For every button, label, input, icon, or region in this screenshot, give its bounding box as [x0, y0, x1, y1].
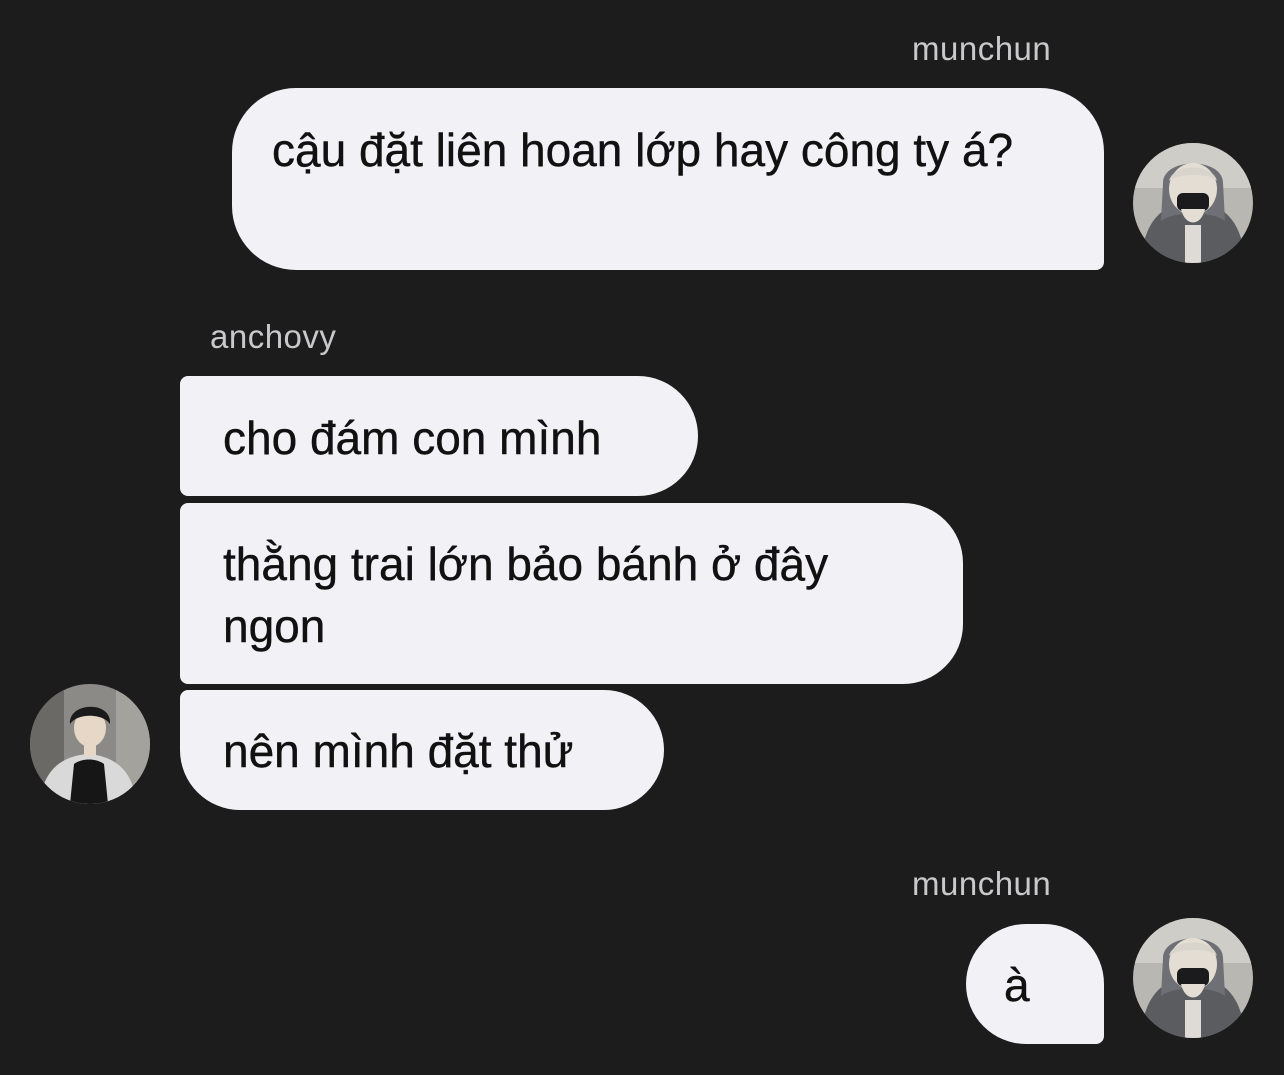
message-bubble[interactable]: cho đám con mình [180, 376, 698, 496]
user-avatar-anchovy-icon[interactable] [30, 684, 150, 804]
user-avatar-munchun-icon[interactable] [1133, 143, 1253, 263]
message-bubble[interactable]: nên mình đặt thử [180, 690, 664, 810]
sender-name: anchovy [210, 318, 337, 355]
sender-name: munchun [912, 30, 1052, 67]
user-avatar-munchun-icon[interactable] [1133, 918, 1253, 1038]
message-bubble[interactable]: thằng trai lớn bảo bánh ở đây ngon [180, 503, 963, 684]
message-bubble[interactable]: cậu đặt liên hoan lớp hay công ty á? [232, 88, 1104, 270]
message-bubble[interactable]: à [966, 924, 1104, 1044]
sender-name: munchun [912, 865, 1052, 902]
